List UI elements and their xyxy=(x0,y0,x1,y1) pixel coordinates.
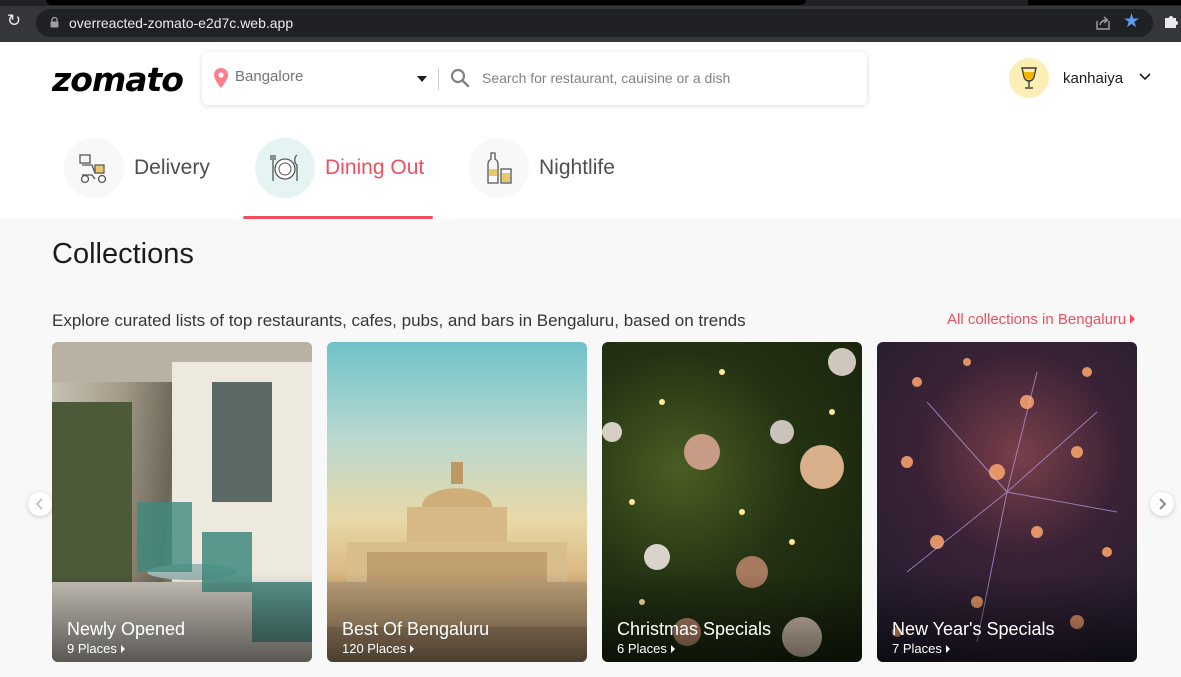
tab-icon-container xyxy=(469,138,529,198)
card-title: New Year's Specials xyxy=(892,619,1055,639)
bookmark-star-icon[interactable]: ★ xyxy=(1123,12,1143,32)
card-count: 7 Places xyxy=(892,641,950,656)
avatar[interactable] xyxy=(1009,58,1049,98)
carousel-prev-button[interactable] xyxy=(28,492,52,516)
chevron-down-icon[interactable] xyxy=(1138,72,1152,82)
tab-label: Nightlife xyxy=(539,156,615,179)
card-count-label: 6 Places xyxy=(617,641,667,656)
site-header: zomato Bangalore kanhaiya xyxy=(0,42,1181,219)
all-collections-link[interactable]: All collections in Bengaluru xyxy=(947,311,1136,328)
card-count: 6 Places xyxy=(617,641,675,656)
tab-icon-container xyxy=(255,138,315,198)
collection-card[interactable]: Christmas Specials 6 Places xyxy=(602,342,862,662)
card-title: Newly Opened xyxy=(67,619,186,639)
all-collections-label: All collections in Bengaluru xyxy=(947,311,1127,328)
card-title: Christmas Specials xyxy=(617,619,772,639)
tab-icon-container xyxy=(64,138,124,198)
chevron-left-icon xyxy=(35,498,43,510)
carousel-next-button[interactable] xyxy=(1150,492,1174,516)
collections-description: Explore curated lists of top restaurants… xyxy=(52,311,746,330)
caret-right-icon xyxy=(945,645,950,653)
caret-right-icon xyxy=(410,645,415,653)
address-bar[interactable]: overreacted-zomato-e2d7c.web.app ★ xyxy=(36,9,1153,37)
delivery-icon xyxy=(79,154,107,184)
reload-icon[interactable]: ↻ xyxy=(5,12,23,30)
card-count: 9 Places xyxy=(67,641,125,656)
browser-tab[interactable] xyxy=(1028,0,1181,5)
search-divider xyxy=(438,68,439,90)
card-count: 120 Places xyxy=(342,641,415,656)
browser-tab[interactable] xyxy=(46,0,806,5)
wine-glass-icon xyxy=(1021,67,1037,89)
location-selector[interactable]: Bangalore xyxy=(235,68,303,85)
search-icon xyxy=(450,68,470,88)
caret-right-icon xyxy=(670,645,675,653)
caret-right-icon xyxy=(120,645,125,653)
browser-tab-strip xyxy=(0,0,1181,6)
extensions-puzzle-icon[interactable] xyxy=(1162,12,1180,30)
search-input[interactable] xyxy=(482,64,852,92)
card-title: Best Of Bengaluru xyxy=(342,619,490,639)
collection-card[interactable]: Best Of Bengaluru 120 Places xyxy=(327,342,587,662)
search-bar: Bangalore xyxy=(202,52,867,105)
tab-label: Delivery xyxy=(134,156,210,179)
nightlife-icon xyxy=(487,152,512,184)
card-count-label: 120 Places xyxy=(342,641,407,656)
collection-card[interactable]: New Year's Specials 7 Places xyxy=(877,342,1137,662)
chevron-right-icon xyxy=(1159,498,1167,510)
location-dropdown-caret-icon[interactable] xyxy=(417,76,427,82)
zomato-logo[interactable]: zomato xyxy=(52,60,184,99)
url-text[interactable]: overreacted-zomato-e2d7c.web.app xyxy=(69,15,293,31)
caret-right-icon xyxy=(1130,314,1136,324)
share-icon[interactable] xyxy=(1095,15,1111,31)
collections-title: Collections xyxy=(52,238,194,270)
card-count-label: 9 Places xyxy=(67,641,117,656)
active-tab-indicator xyxy=(243,216,433,219)
card-count-label: 7 Places xyxy=(892,641,942,656)
username[interactable]: kanhaiya xyxy=(1063,70,1123,87)
location-pin-icon xyxy=(214,68,228,88)
dining-out-icon xyxy=(270,154,298,181)
tab-label: Dining Out xyxy=(325,156,425,179)
collection-card[interactable]: Newly Opened 9 Places xyxy=(52,342,312,662)
browser-toolbar: ↻ overreacted-zomato-e2d7c.web.app ★ xyxy=(0,0,1181,42)
lock-icon xyxy=(50,17,59,28)
